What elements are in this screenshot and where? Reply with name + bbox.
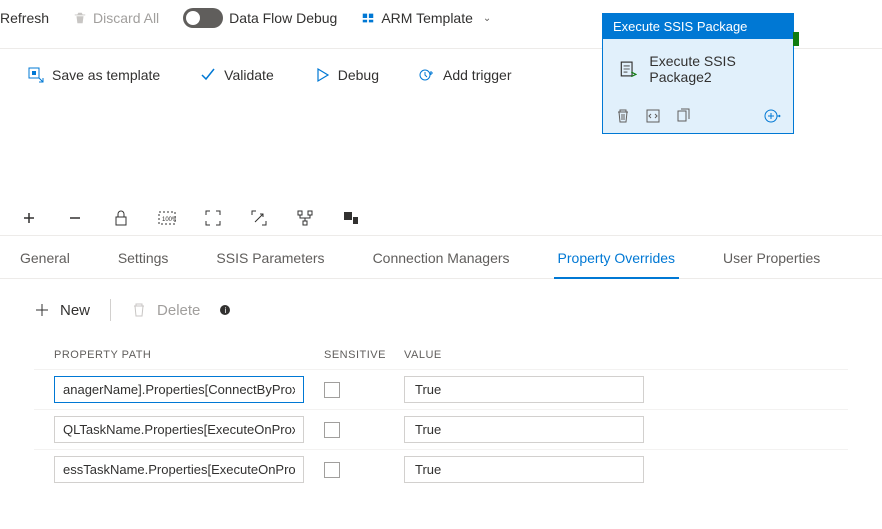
tab-settings[interactable]: Settings <box>118 250 169 278</box>
refresh-button[interactable]: Refresh <box>0 10 49 26</box>
save-template-icon <box>28 67 44 83</box>
delete-label: Delete <box>157 302 200 319</box>
header-sensitive: SENSITIVE <box>324 349 404 361</box>
header-value: VALUE <box>404 349 828 361</box>
validate-button[interactable]: Validate <box>200 67 274 83</box>
discard-label: Discard All <box>93 10 159 26</box>
layout-button[interactable] <box>296 209 314 227</box>
add-trigger-button[interactable]: Add trigger <box>419 67 511 83</box>
tabs: General Settings SSIS Parameters Connect… <box>0 236 882 279</box>
tab-general[interactable]: General <box>20 250 70 278</box>
debug-label: Debug <box>338 67 379 83</box>
discard-all-button[interactable]: Discard All <box>73 10 159 26</box>
tab-label: User Properties <box>723 250 820 266</box>
tab-label: Settings <box>118 250 169 266</box>
checkmark-icon <box>200 67 216 83</box>
activity-card[interactable]: Execute SSIS Package Execute SSIS Packag… <box>602 13 794 134</box>
table-row <box>34 369 848 409</box>
value-input[interactable] <box>404 456 644 483</box>
crud-bar: New Delete i <box>0 279 882 341</box>
sensitive-checkbox[interactable] <box>324 382 340 398</box>
zoom-in-button[interactable] <box>20 209 38 227</box>
trash-icon <box>73 11 87 25</box>
plus-icon <box>34 302 50 318</box>
debug-button[interactable]: Debug <box>314 67 379 83</box>
divider <box>110 299 111 321</box>
copy-icon[interactable] <box>675 108 691 124</box>
code-icon[interactable] <box>645 108 661 124</box>
trash-icon <box>131 302 147 318</box>
zoom-out-button[interactable] <box>66 209 84 227</box>
new-label: New <box>60 302 90 319</box>
info-icon[interactable]: i <box>220 305 230 315</box>
activity-body-label: Execute SSIS Package2 <box>649 53 777 85</box>
tab-label: General <box>20 250 70 266</box>
svg-text:100%: 100% <box>162 217 176 223</box>
save-template-label: Save as template <box>52 67 160 83</box>
activity-header-label: Execute SSIS Package <box>613 19 747 34</box>
save-as-template-button[interactable]: Save as template <box>28 67 160 83</box>
arm-template-label: ARM Template <box>381 10 473 26</box>
validate-label: Validate <box>224 67 274 83</box>
arm-template-dropdown[interactable]: ARM Template ⌄ <box>361 10 491 26</box>
new-button[interactable]: New <box>34 302 90 319</box>
add-trigger-icon <box>419 67 435 83</box>
tab-label: SSIS Parameters <box>216 250 324 266</box>
header-property-path: PROPERTY PATH <box>54 349 324 361</box>
add-output-icon[interactable] <box>763 107 781 125</box>
arm-template-icon <box>361 11 375 25</box>
value-input[interactable] <box>404 416 644 443</box>
property-overrides-table: PROPERTY PATH SENSITIVE VALUE <box>0 341 882 489</box>
debug-toggle[interactable] <box>183 8 223 28</box>
tab-label: Property Overrides <box>558 250 675 266</box>
delete-button[interactable]: Delete <box>131 302 200 319</box>
table-header: PROPERTY PATH SENSITIVE VALUE <box>34 341 848 369</box>
add-trigger-label: Add trigger <box>443 67 511 83</box>
tab-property-overrides[interactable]: Property Overrides <box>558 250 675 278</box>
table-row <box>34 409 848 449</box>
tab-connection-managers[interactable]: Connection Managers <box>373 250 510 278</box>
sensitive-checkbox[interactable] <box>324 462 340 478</box>
chevron-down-icon: ⌄ <box>483 13 491 24</box>
debug-toggle-label: Data Flow Debug <box>229 10 337 26</box>
tab-label: Connection Managers <box>373 250 510 266</box>
minimap-button[interactable] <box>342 209 360 227</box>
property-path-input[interactable] <box>54 416 304 443</box>
ssis-package-icon <box>619 58 637 80</box>
activity-body: Execute SSIS Package2 <box>603 39 793 99</box>
auto-align-button[interactable] <box>250 209 268 227</box>
table-row <box>34 449 848 489</box>
lock-button[interactable] <box>112 209 130 227</box>
zoom-100-button[interactable]: 100% <box>158 209 176 227</box>
activity-footer <box>603 99 793 133</box>
delete-icon[interactable] <box>615 108 631 124</box>
property-path-input[interactable] <box>54 376 304 403</box>
tab-ssis-parameters[interactable]: SSIS Parameters <box>216 250 324 278</box>
tab-user-properties[interactable]: User Properties <box>723 250 820 278</box>
debug-toggle-group: Data Flow Debug <box>183 8 337 28</box>
activity-header: Execute SSIS Package <box>603 14 793 39</box>
value-input[interactable] <box>404 376 644 403</box>
property-path-input[interactable] <box>54 456 304 483</box>
success-handle[interactable] <box>793 32 799 46</box>
fit-to-screen-button[interactable] <box>204 209 222 227</box>
play-icon <box>314 67 330 83</box>
canvas-toolbar: 100% <box>0 201 882 236</box>
refresh-label: Refresh <box>0 10 49 26</box>
canvas-area[interactable]: Execute SSIS Package Execute SSIS Packag… <box>0 101 882 201</box>
sensitive-checkbox[interactable] <box>324 422 340 438</box>
